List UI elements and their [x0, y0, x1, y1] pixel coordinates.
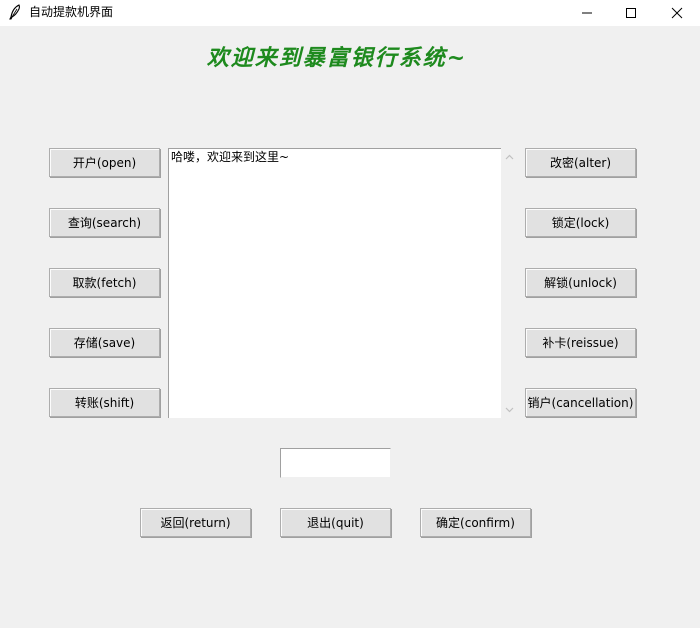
reissue-card-button[interactable]: 补卡(reissue) — [525, 328, 636, 357]
minimize-button[interactable] — [564, 0, 610, 26]
lock-button[interactable]: 锁定(lock) — [525, 208, 636, 237]
cancel-account-button[interactable]: 销户(cancellation) — [525, 388, 636, 417]
welcome-heading: 欢迎来到暴富银行系统~ — [206, 45, 468, 71]
maximize-button[interactable] — [608, 0, 654, 26]
open-account-button[interactable]: 开户(open) — [49, 148, 160, 177]
search-button[interactable]: 查询(search) — [49, 208, 160, 237]
fetch-button[interactable]: 取款(fetch) — [49, 268, 160, 297]
quit-button[interactable]: 退出(quit) — [280, 508, 391, 537]
window-title: 自动提款机界面 — [29, 5, 114, 19]
scroll-down-icon[interactable] — [501, 401, 518, 418]
save-button[interactable]: 存储(save) — [49, 328, 160, 357]
alter-password-button[interactable]: 改密(alter) — [525, 148, 636, 177]
return-button[interactable]: 返回(return) — [140, 508, 251, 537]
amount-input[interactable] — [280, 448, 391, 478]
maximize-icon — [626, 8, 636, 18]
close-icon — [671, 7, 683, 19]
scroll-up-icon[interactable] — [501, 148, 518, 165]
close-button[interactable] — [654, 0, 700, 26]
unlock-button[interactable]: 解锁(unlock) — [525, 268, 636, 297]
transfer-button[interactable]: 转账(shift) — [49, 388, 160, 417]
confirm-button[interactable]: 确定(confirm) — [420, 508, 531, 537]
output-textarea[interactable]: 哈喽，欢迎来到这里~ — [168, 148, 501, 418]
title-bar: 自动提款机界面 — [0, 0, 700, 26]
minimize-icon — [582, 12, 592, 14]
feather-icon — [8, 4, 22, 20]
output-scrollbar[interactable] — [501, 148, 518, 418]
